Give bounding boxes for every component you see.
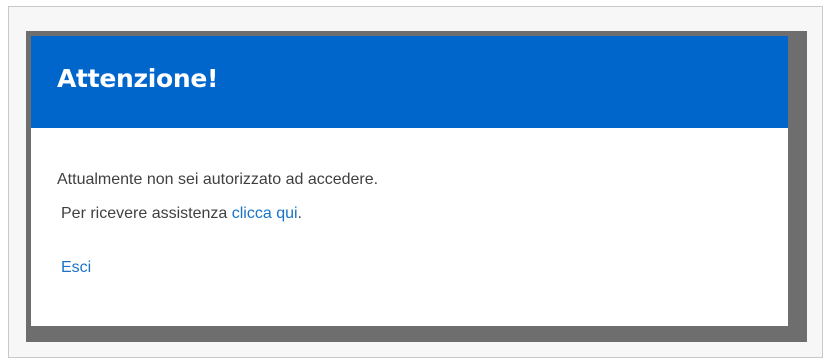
assistance-period: . [297, 205, 302, 222]
assistance-message: Per ricevere assistenza clicca qui. [61, 205, 302, 223]
dialog-header: Attenzione! [31, 36, 788, 128]
logout-link[interactable]: Esci [61, 259, 91, 277]
help-link[interactable]: clicca qui [232, 205, 298, 222]
dialog-body: Attualmente non sei autorizzato ad acced… [31, 128, 788, 326]
alert-dialog: Attenzione! Attualmente non sei autorizz… [31, 36, 788, 326]
assistance-text: Per ricevere assistenza [61, 205, 232, 222]
unauthorized-message: Attualmente non sei autorizzato ad acced… [57, 171, 379, 188]
dialog-title: Attenzione! [57, 64, 219, 93]
